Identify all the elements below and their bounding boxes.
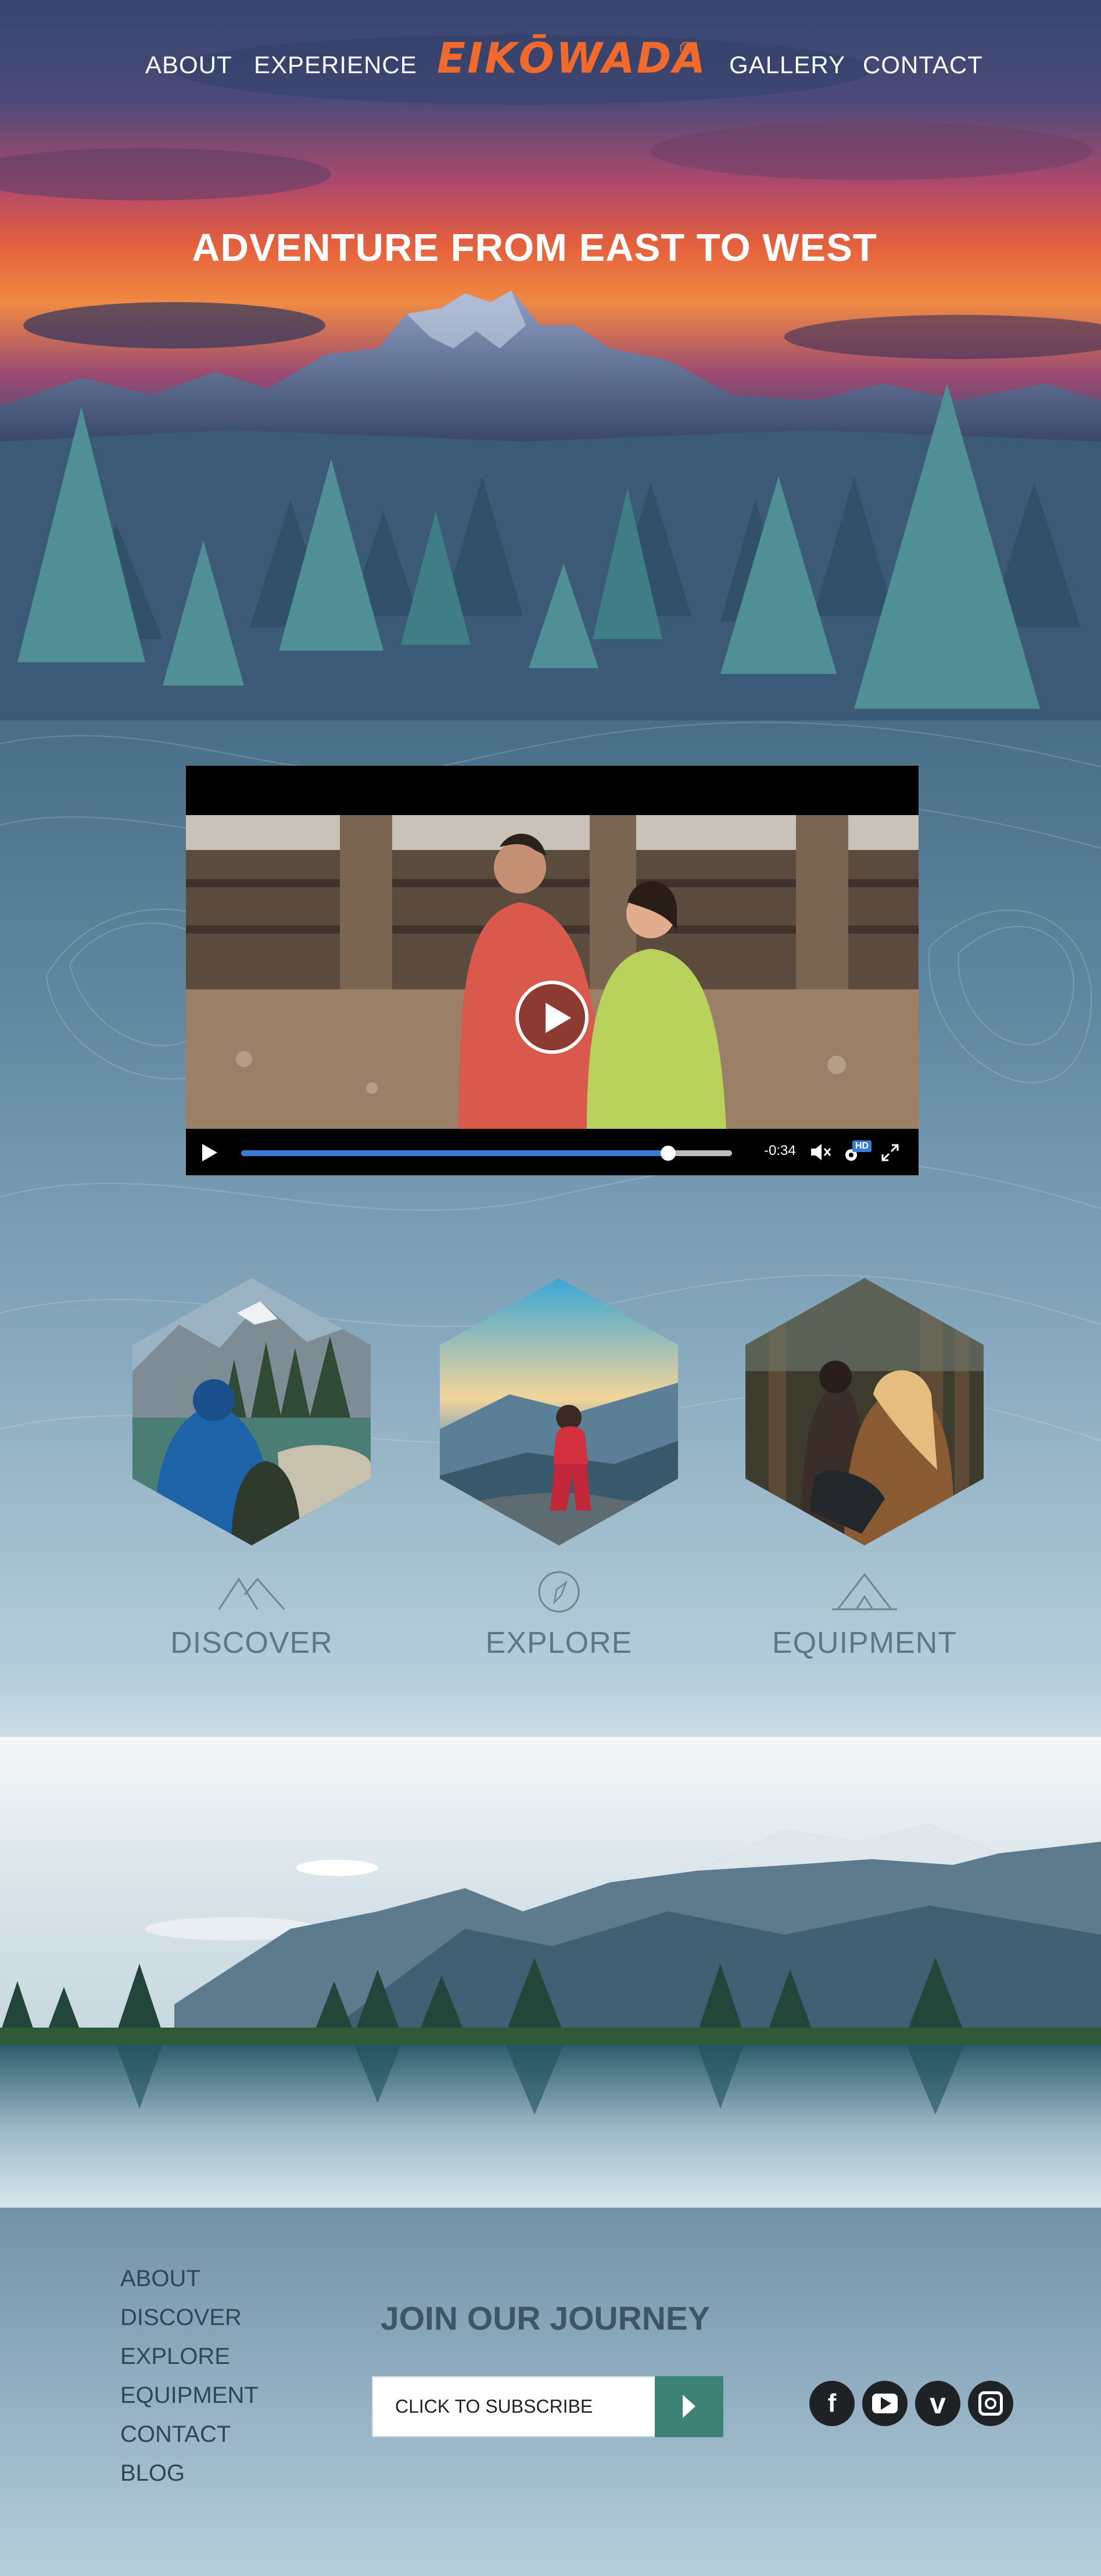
page: ABOUT EXPERIENCE GALLERY CONTACT EIKŌWAD… <box>0 0 1101 2576</box>
play-overlay-button[interactable] <box>515 981 589 1054</box>
hero-background <box>0 0 1101 720</box>
facebook-icon[interactable]: f <box>809 2381 855 2426</box>
instagram-icon[interactable] <box>968 2381 1013 2426</box>
feature-label-equipment: EQUIPMENT <box>772 1626 957 1660</box>
settings-icon[interactable]: HD <box>842 1140 872 1164</box>
compass-icon <box>538 1571 580 1613</box>
feature-label-discover: DISCOVER <box>170 1626 333 1660</box>
volume-mute-icon[interactable] <box>809 1142 832 1163</box>
join-heading: JOIN OUR JOURNEY <box>381 2300 710 2337</box>
footer-nav: ABOUT DISCOVER EXPLORE EQUIPMENT CONTACT… <box>120 2266 259 2499</box>
tent-icon <box>832 1573 897 1610</box>
footer-link-explore[interactable]: EXPLORE <box>120 2344 259 2383</box>
lake-landscape-image <box>0 1737 1101 2208</box>
youtube-icon[interactable] <box>862 2381 908 2426</box>
footer-link-blog[interactable]: BLOG <box>120 2460 259 2499</box>
nav-contact-link[interactable]: CONTACT <box>863 51 983 79</box>
footer-link-contact[interactable]: CONTACT <box>120 2421 259 2460</box>
video-scrubber-handle[interactable] <box>661 1146 676 1161</box>
hero-title: ADVENTURE FROM EAST TO WEST <box>192 226 877 270</box>
nav-gallery-link[interactable]: GALLERY <box>729 51 845 79</box>
video-player[interactable]: -0:34 HD <box>186 766 919 1175</box>
video-progress[interactable] <box>241 1146 732 1161</box>
footer-link-equipment[interactable]: EQUIPMENT <box>120 2383 259 2421</box>
video-time-remaining: -0:34 <box>764 1143 796 1158</box>
video-progress-fill <box>241 1150 669 1156</box>
footer-link-discover[interactable]: DISCOVER <box>120 2305 259 2344</box>
nav-about-link[interactable]: ABOUT <box>145 51 232 79</box>
vimeo-icon[interactable]: v <box>915 2381 960 2426</box>
fullscreen-icon[interactable] <box>880 1143 900 1163</box>
feature-label-explore: EXPLORE <box>485 1626 633 1660</box>
footer: ABOUT DISCOVER EXPLORE EQUIPMENT CONTACT… <box>0 2208 1101 2576</box>
registered-mark: ® <box>680 42 693 55</box>
subscribe-submit-button[interactable] <box>655 2376 723 2437</box>
nav-experience-link[interactable]: EXPERIENCE <box>254 51 417 79</box>
mountains-icon <box>218 1577 285 1610</box>
video-thumbnail <box>186 815 919 1129</box>
subscribe-input[interactable] <box>373 2377 655 2436</box>
subscribe-form <box>372 2376 723 2437</box>
hd-badge: HD <box>852 1140 872 1152</box>
play-icon[interactable] <box>202 1144 217 1161</box>
brand-logo[interactable]: EIKŌWADA ® <box>437 34 705 86</box>
footer-link-about[interactable]: ABOUT <box>120 2266 259 2305</box>
video-controls: -0:34 HD <box>186 1129 919 1175</box>
hero-section: ABOUT EXPERIENCE GALLERY CONTACT EIKŌWAD… <box>0 0 1101 720</box>
logo-wordmark: EIKŌWADA <box>437 34 708 82</box>
video-frame[interactable] <box>186 815 919 1129</box>
